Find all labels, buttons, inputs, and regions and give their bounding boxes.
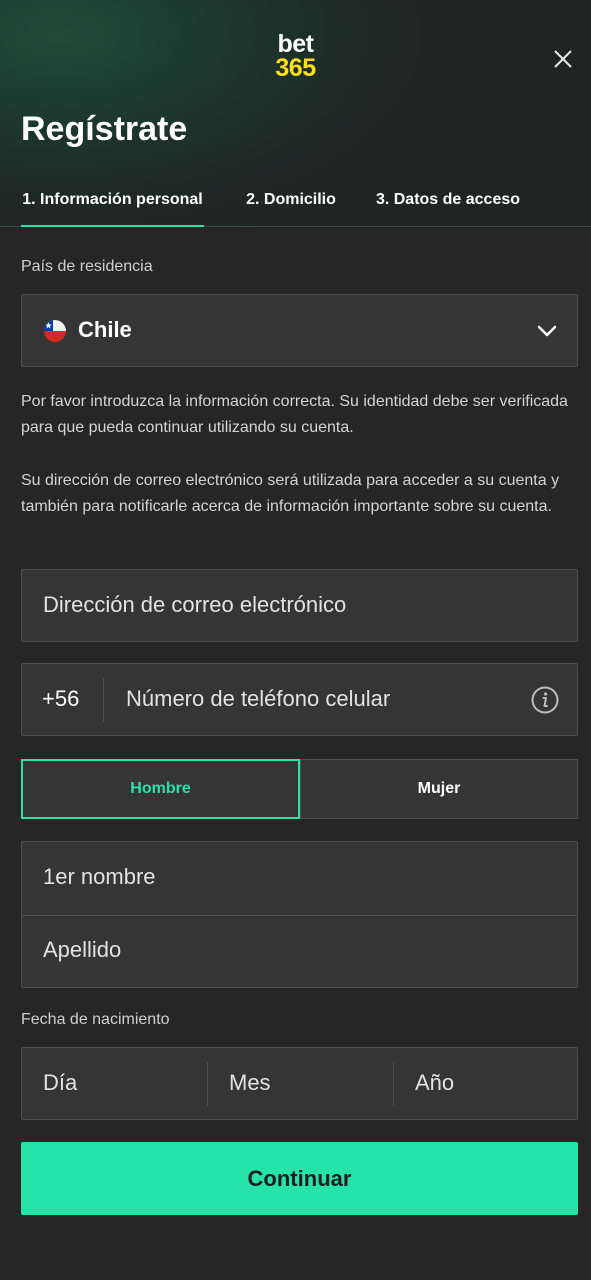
day-placeholder: Día — [43, 1070, 78, 1095]
tab-access-data[interactable]: 3. Datos de acceso — [368, 180, 528, 227]
gender-female-button[interactable]: Mujer — [300, 759, 578, 819]
last-name-placeholder: Apellido — [43, 937, 122, 962]
close-button[interactable] — [550, 46, 576, 72]
phone-divider — [103, 678, 104, 722]
gender-male-button[interactable]: Hombre — [21, 759, 300, 819]
country-select[interactable]: Chile — [21, 294, 578, 367]
bet365-logo: bet 365 — [0, 30, 591, 82]
chile-flag-icon — [44, 320, 66, 342]
email-notice: Su dirección de correo electrónico será … — [21, 472, 560, 515]
first-name-field[interactable]: 1er nombre — [22, 842, 577, 915]
day-select[interactable]: Día — [22, 1048, 207, 1119]
email-field[interactable]: Dirección de correo electrónico — [21, 569, 578, 642]
country-label: País de residencia — [21, 258, 153, 275]
month-placeholder: Mes — [229, 1070, 271, 1095]
first-name-placeholder: 1er nombre — [43, 864, 156, 889]
continue-button[interactable]: Continuar — [21, 1142, 578, 1215]
logo-line-2: 365 — [275, 54, 316, 82]
identity-notice: Por favor introduzca la información corr… — [21, 393, 568, 436]
phone-country-code[interactable]: +56 — [42, 686, 79, 712]
year-placeholder: Año — [415, 1070, 455, 1095]
country-value: Chile — [78, 317, 132, 342]
month-select[interactable]: Mes — [208, 1048, 393, 1119]
logo-line-1: bet — [277, 30, 315, 58]
step-tabs: 1. Información personal 2. Domicilio 3. … — [0, 180, 591, 227]
page-title: Regístrate — [21, 110, 188, 148]
birthdate-label: Fecha de nacimiento — [21, 1011, 170, 1028]
tab-address[interactable]: 2. Domicilio — [238, 180, 344, 227]
name-fields: 1er nombre Apellido — [21, 841, 578, 988]
phone-field[interactable]: +56 Número de teléfono celular — [21, 663, 578, 736]
birthdate-fields: Día Mes Año — [21, 1047, 578, 1120]
phone-placeholder: Número de teléfono celular — [126, 686, 391, 711]
last-name-field[interactable]: Apellido — [22, 915, 577, 988]
info-icon[interactable] — [530, 685, 560, 715]
close-icon — [554, 50, 572, 68]
tab-personal-info[interactable]: 1. Información personal — [21, 180, 204, 227]
chevron-down-icon — [537, 325, 557, 337]
email-placeholder: Dirección de correo electrónico — [43, 592, 347, 617]
year-select[interactable]: Año — [394, 1048, 577, 1119]
